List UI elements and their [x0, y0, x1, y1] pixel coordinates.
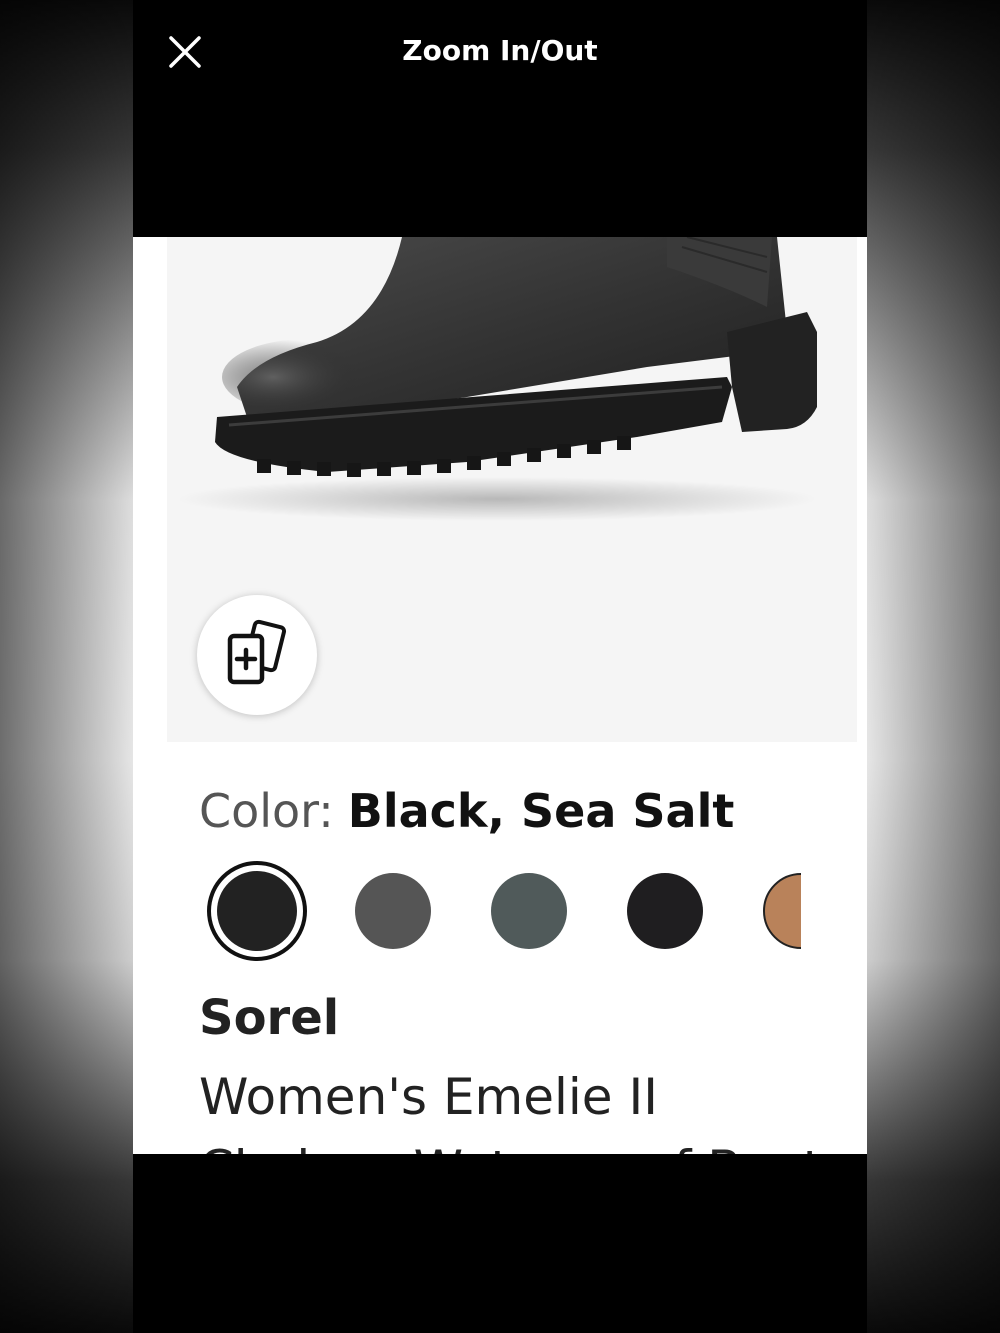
color-label: Color:	[199, 784, 334, 838]
add-to-compare-button[interactable]	[197, 595, 317, 715]
backdrop-right	[867, 0, 1000, 1333]
product-title-line2: Chelsea Waterproof Boot	[199, 1140, 822, 1154]
product-title: Women's Emelie II	[199, 1068, 658, 1126]
product-photo[interactable]	[167, 237, 857, 742]
color-swatch[interactable]	[355, 873, 431, 949]
zoomable-image-viewport[interactable]: Color: Black, Sea Salt Sorel Women's Emel…	[133, 237, 867, 1154]
brand-name[interactable]: Sorel	[199, 990, 339, 1046]
color-swatch[interactable]	[627, 873, 703, 949]
viewer-header: Zoom In/Out	[133, 0, 867, 105]
color-swatch-selected[interactable]	[207, 861, 307, 961]
swatch-fill	[217, 871, 297, 951]
color-swatch[interactable]	[491, 873, 567, 949]
product-details: Color: Black, Sea Salt Sorel Women's Emel…	[167, 742, 857, 1154]
zoom-viewer-screen: Zoom In/Out Color: Black, Sea Salt Sorel…	[133, 0, 867, 1333]
page-title: Zoom In/Out	[402, 34, 598, 67]
backdrop-left	[0, 0, 133, 1333]
add-to-compare-cards-icon	[227, 619, 287, 685]
color-selection-label: Color: Black, Sea Salt	[199, 784, 734, 838]
selected-color-name: Black, Sea Salt	[347, 784, 735, 838]
color-swatch[interactable]	[763, 873, 801, 949]
